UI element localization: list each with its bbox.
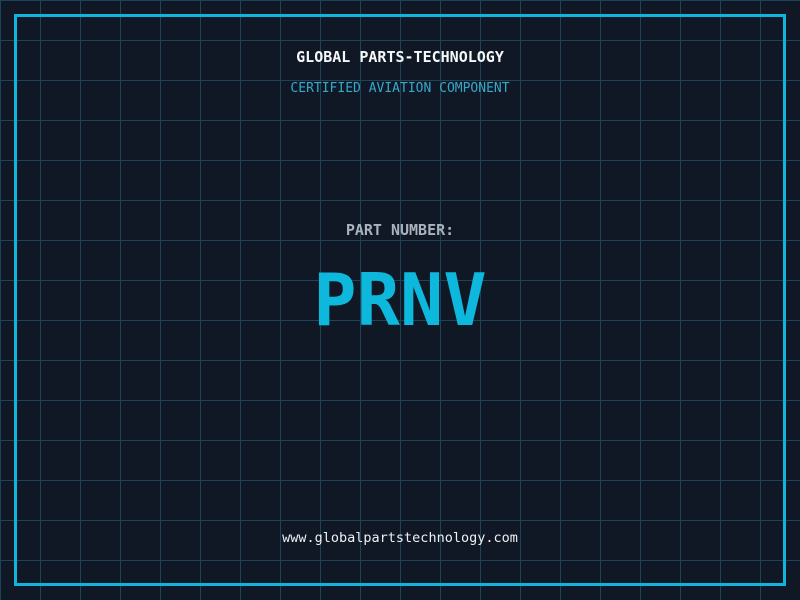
part-certificate-screen: GLOBAL PARTS-TECHNOLOGY CERTIFIED AVIATI… (0, 0, 800, 600)
certification-subtitle: CERTIFIED AVIATION COMPONENT (290, 81, 510, 96)
part-number-label: PART NUMBER: (345, 221, 455, 239)
website-url: www.globalpartstechnology.com (282, 530, 518, 546)
brand-title: GLOBAL PARTS-TECHNOLOGY (296, 48, 504, 66)
part-number-value: PRNV (313, 258, 487, 342)
